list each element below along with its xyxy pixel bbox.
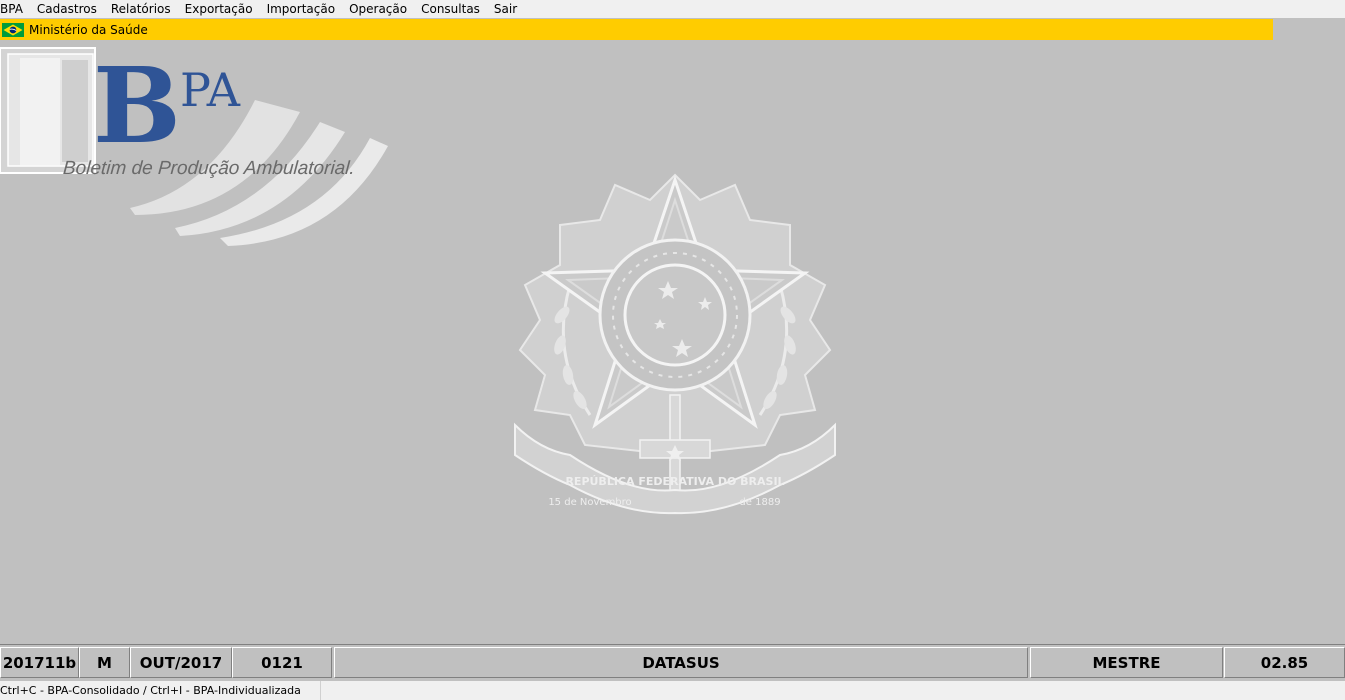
brazil-coat-of-arms-icon: REPÚBLICA FEDERATIVA DO BRASIL 15 de Nov…: [514, 173, 836, 515]
bpa-logo: B PA Boletim de Produção Ambulatorial.: [0, 44, 388, 246]
status-org: DATASUS: [334, 647, 1028, 678]
menu-cadastros[interactable]: Cadastros: [30, 0, 104, 18]
menu-sair[interactable]: Sair: [487, 0, 524, 18]
shortcut-hint: Ctrl+C - BPA-Consolidado / Ctrl+I - BPA-…: [0, 681, 321, 700]
status-user: MESTRE: [1030, 647, 1223, 678]
emblem-banner-text: REPÚBLICA FEDERATIVA DO BRASIL: [565, 475, 784, 488]
menu-operacao[interactable]: Operação: [342, 0, 414, 18]
status-bar: 201711b M OUT/2017 0121 DATASUS MESTRE 0…: [0, 644, 1345, 680]
menu-consultas[interactable]: Consultas: [414, 0, 487, 18]
menu-bpa[interactable]: BPA: [0, 0, 30, 18]
emblem-left-ribbon: 15 de Novembro: [548, 497, 631, 508]
status-version: 02.85: [1224, 647, 1345, 678]
ministry-bar: Ministério da Saúde: [0, 19, 1273, 40]
menu-relatorios[interactable]: Relatórios: [104, 0, 178, 18]
menu-importacao[interactable]: Importação: [260, 0, 342, 18]
logo-letters-pa: PA: [180, 63, 241, 117]
emblem-right-ribbon: de 1889: [739, 497, 780, 508]
hint-bar: Ctrl+C - BPA-Consolidado / Ctrl+I - BPA-…: [0, 681, 1345, 700]
menu-bar: BPA Cadastros Relatórios Exportação Impo…: [0, 0, 1345, 18]
brazil-flag-icon: [2, 22, 24, 37]
ministry-title: Ministério da Saúde: [29, 22, 148, 37]
logo-letter-b: B: [93, 44, 181, 167]
status-code: 0121: [232, 647, 332, 678]
status-version-code: 201711b: [0, 647, 79, 678]
status-competence: OUT/2017: [130, 647, 232, 678]
logo-subtitle: Boletim de Produção Ambulatorial.: [62, 158, 355, 179]
menu-exportacao[interactable]: Exportação: [178, 0, 260, 18]
status-mode: M: [79, 647, 130, 678]
